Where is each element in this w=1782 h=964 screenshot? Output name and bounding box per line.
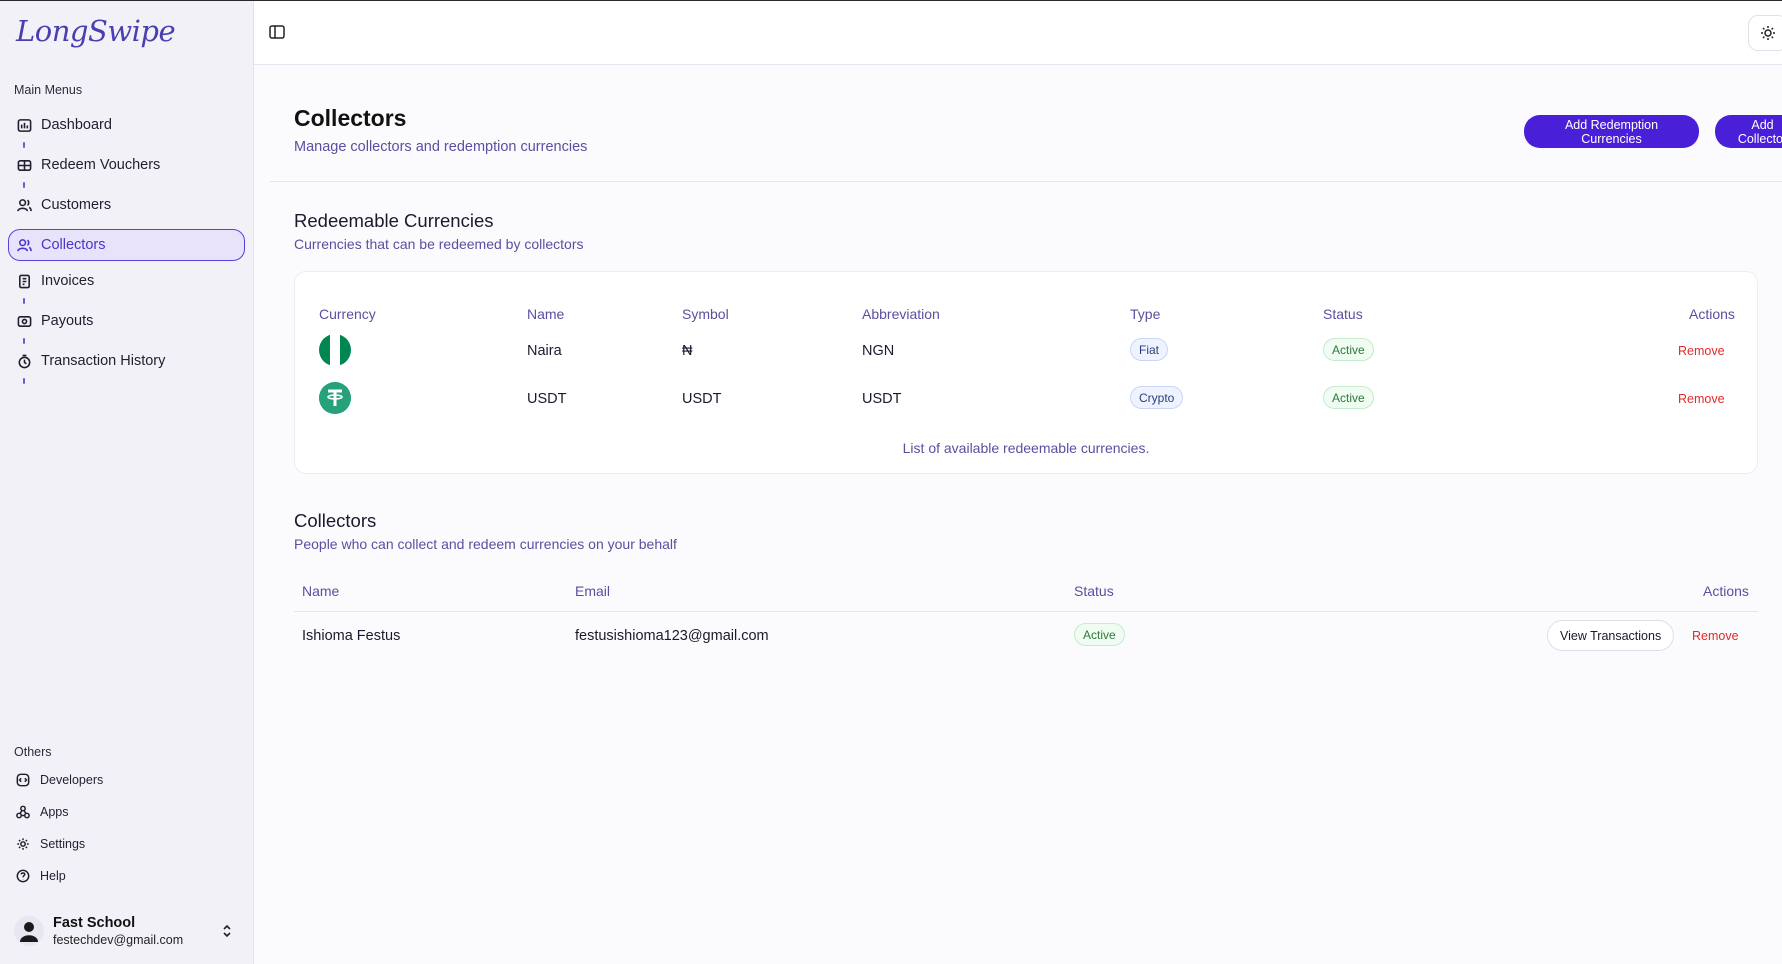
chevron-up-down-icon bbox=[223, 924, 231, 938]
sidebar-item-invoices[interactable]: Invoices bbox=[8, 265, 245, 304]
sidebar-item-customers[interactable]: Customers bbox=[8, 189, 245, 221]
collectors-icon bbox=[16, 237, 32, 253]
profile-name: Fast School bbox=[53, 915, 136, 931]
collectors-section-title: Collectors bbox=[294, 510, 377, 531]
sidebar-item-label: Apps bbox=[40, 805, 69, 819]
sun-icon bbox=[1761, 26, 1775, 40]
sidebar-item-label: Settings bbox=[40, 837, 86, 851]
page-header: Collectors Manage collectors and redempt… bbox=[270, 65, 1782, 182]
th-actions: Actions bbox=[1689, 306, 1735, 322]
invoice-icon bbox=[16, 273, 32, 289]
currency-abbreviation: NGN bbox=[862, 343, 895, 359]
currency-abbreviation: USDT bbox=[862, 391, 902, 407]
status-badge: Active bbox=[1323, 338, 1374, 361]
collector-name: Ishioma Festus bbox=[302, 628, 401, 644]
user-icon bbox=[20, 922, 38, 942]
theme-toggle-button[interactable] bbox=[1748, 15, 1782, 51]
sidebar-item-apps[interactable]: Apps bbox=[8, 801, 245, 823]
sidebar-toggle-icon[interactable] bbox=[268, 23, 286, 41]
th-collector-status: Status bbox=[1074, 583, 1114, 599]
top-bar bbox=[254, 1, 1782, 65]
th-collector-name: Name bbox=[302, 583, 340, 599]
remove-currency-button[interactable]: Remove bbox=[1678, 344, 1725, 358]
type-badge: Crypto bbox=[1130, 386, 1184, 409]
sidebar-item-label: Customers bbox=[41, 197, 112, 213]
currency-name: USDT bbox=[527, 391, 567, 407]
menu-connector bbox=[23, 338, 25, 344]
type-badge: Fiat bbox=[1130, 338, 1169, 361]
sidebar-item-collectors[interactable]: Collectors bbox=[8, 229, 245, 261]
sidebar-item-label: Redeem Vouchers bbox=[41, 157, 161, 173]
add-collector-button[interactable]: Add Collector bbox=[1715, 115, 1782, 148]
users-icon bbox=[16, 197, 32, 213]
sidebar-item-redeem-vouchers[interactable]: Redeem Vouchers bbox=[8, 149, 245, 188]
table-caption: List of available redeemable currencies. bbox=[902, 440, 1150, 456]
tether-icon bbox=[319, 382, 351, 414]
main-content: Collectors Manage collectors and redempt… bbox=[254, 1, 1782, 964]
apps-icon bbox=[15, 804, 31, 820]
menu-connector bbox=[23, 182, 25, 188]
dashboard-icon bbox=[16, 117, 32, 133]
gear-icon bbox=[15, 836, 31, 852]
th-abbreviation: Abbreviation bbox=[862, 306, 940, 322]
main-menus-label: Main Menus bbox=[14, 83, 83, 97]
sidebar-item-label: Developers bbox=[40, 773, 104, 787]
collector-email: festusishioma123@gmail.com bbox=[575, 628, 769, 644]
table-divider bbox=[294, 611, 1758, 612]
th-collector-email: Email bbox=[575, 583, 611, 599]
add-redemption-currencies-button[interactable]: Add Redemption Currencies bbox=[1524, 115, 1699, 148]
others-section: Others Developers Apps Settings Help bbox=[8, 745, 245, 897]
user-profile-menu[interactable]: Fast School festechdev@gmail.com bbox=[8, 909, 245, 953]
sidebar: LongSwipe Main Menus Dashboard Redeem Vo… bbox=[0, 1, 254, 964]
th-collector-actions: Actions bbox=[1703, 583, 1749, 599]
menu-connector bbox=[23, 298, 25, 304]
remove-currency-button[interactable]: Remove bbox=[1678, 392, 1725, 406]
history-icon bbox=[16, 353, 32, 369]
th-status: Status bbox=[1323, 306, 1363, 322]
sidebar-item-label: Help bbox=[40, 869, 66, 883]
page-title: Collectors bbox=[294, 105, 407, 131]
sidebar-item-settings[interactable]: Settings bbox=[8, 833, 245, 855]
th-symbol: Symbol bbox=[682, 306, 729, 322]
collectors-section-subtitle: People who can collect and redeem curren… bbox=[294, 536, 677, 552]
nigeria-flag-icon bbox=[319, 334, 351, 366]
currencies-table-card: Currency Name Symbol Abbreviation Type S… bbox=[294, 271, 1758, 474]
th-type: Type bbox=[1130, 306, 1161, 322]
currency-name: Naira bbox=[527, 343, 562, 359]
view-transactions-button[interactable]: View Transactions bbox=[1547, 620, 1675, 651]
sidebar-item-label: Payouts bbox=[41, 313, 94, 329]
menu-connector bbox=[23, 378, 25, 384]
brand-logo[interactable]: LongSwipe bbox=[8, 1, 245, 61]
others-label: Others bbox=[14, 745, 52, 759]
currencies-section-title: Redeemable Currencies bbox=[294, 210, 494, 231]
sidebar-item-label: Invoices bbox=[41, 273, 95, 289]
sidebar-item-dashboard[interactable]: Dashboard bbox=[8, 109, 245, 148]
sidebar-item-label: Collectors bbox=[41, 237, 106, 253]
sidebar-item-transaction-history[interactable]: Transaction History bbox=[8, 345, 245, 384]
avatar bbox=[14, 916, 44, 946]
status-badge: Active bbox=[1323, 386, 1374, 409]
menu-connector bbox=[23, 142, 25, 148]
currency-symbol: ₦ bbox=[682, 343, 693, 359]
help-icon bbox=[15, 868, 31, 884]
payout-icon bbox=[16, 313, 32, 329]
currency-symbol: USDT bbox=[682, 391, 722, 407]
voucher-icon bbox=[16, 157, 32, 173]
sidebar-item-label: Transaction History bbox=[41, 353, 166, 369]
sidebar-item-label: Dashboard bbox=[41, 117, 112, 133]
profile-email: festechdev@gmail.com bbox=[53, 933, 184, 947]
currencies-section-subtitle: Currencies that can be redeemed by colle… bbox=[294, 236, 584, 252]
sidebar-item-payouts[interactable]: Payouts bbox=[8, 305, 245, 344]
th-currency: Currency bbox=[319, 306, 376, 322]
th-name: Name bbox=[527, 306, 565, 322]
sidebar-item-help[interactable]: Help bbox=[8, 865, 245, 887]
sidebar-item-developers[interactable]: Developers bbox=[8, 769, 245, 791]
status-badge: Active bbox=[1074, 623, 1125, 646]
profile-text: Fast School festechdev@gmail.com bbox=[53, 915, 219, 947]
developers-icon bbox=[15, 772, 31, 788]
page-subtitle: Manage collectors and redemption currenc… bbox=[294, 139, 588, 155]
remove-collector-button[interactable]: Remove bbox=[1692, 629, 1739, 643]
